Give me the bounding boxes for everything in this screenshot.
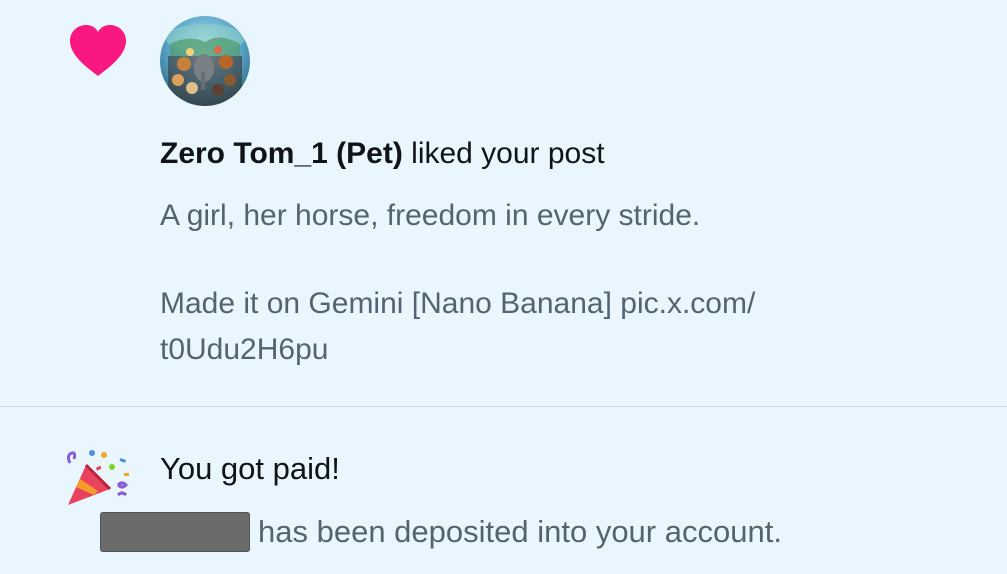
post-text-line: Made it on Gemini [Nano Banana] pic.x.co…: [160, 287, 756, 320]
avatar[interactable]: [160, 16, 250, 106]
heart-icon: [70, 25, 126, 76]
post-preview[interactable]: A girl, her horse, freedom in every stri…: [160, 193, 960, 373]
like-message: Zero Tom_1 (Pet) liked your post: [160, 133, 605, 175]
payment-title: You got paid!: [160, 451, 340, 486]
post-text-line: A girl, her horse, freedom in every stri…: [160, 199, 701, 232]
post-link[interactable]: t0Udu2H6pu: [160, 327, 960, 373]
like-action-text: liked your post: [402, 137, 605, 170]
redacted-amount: [100, 512, 250, 552]
user-name-link[interactable]: Zero Tom_1 (Pet): [160, 137, 403, 170]
deposit-message: has been deposited into your account.: [258, 514, 782, 549]
like-notification[interactable]: Zero Tom_1 (Pet) liked your post A girl,…: [0, 0, 1007, 406]
payment-notification[interactable]: You got paid! has been deposited into yo…: [0, 407, 1007, 574]
party-popper-icon: [66, 450, 129, 505]
